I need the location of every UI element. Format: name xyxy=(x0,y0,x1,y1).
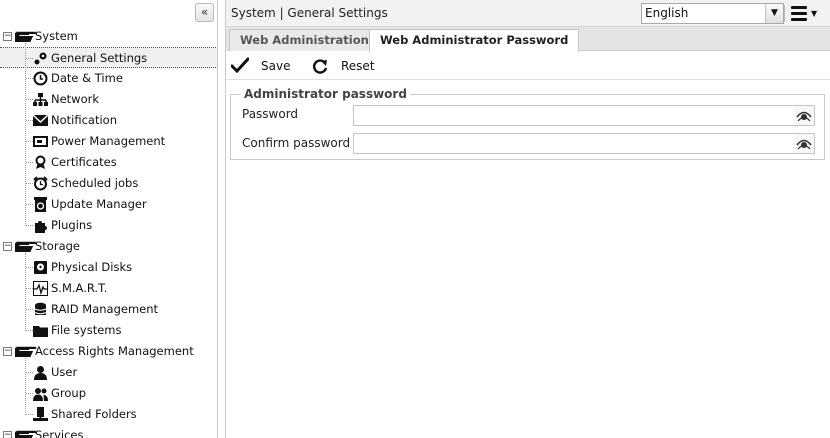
tree-item[interactable]: Date & Time xyxy=(0,68,217,89)
main-panel: System | General Settings English ▼ ▼ We… xyxy=(225,0,830,438)
refresh-icon xyxy=(313,59,328,74)
caret-down-icon: ▼ xyxy=(811,9,818,18)
update-icon xyxy=(33,197,48,212)
collapse-icon[interactable]: − xyxy=(3,431,12,438)
tree-item[interactable]: Update Manager xyxy=(0,194,217,215)
navigation-tree: « − System General Settings Date & Time Netw… xyxy=(0,0,218,438)
tree-group-label: Storage xyxy=(35,239,80,253)
password-field[interactable] xyxy=(353,105,815,126)
hamburger-icon xyxy=(791,6,807,24)
tree-group[interactable]: − Services xyxy=(0,425,217,438)
save-button[interactable]: Save xyxy=(231,57,301,75)
user-icon xyxy=(33,365,48,380)
tree-item-label: RAID Management xyxy=(51,302,159,316)
tree-item[interactable]: Network xyxy=(0,89,217,110)
tree-item[interactable]: Power Management xyxy=(0,131,217,152)
collapse-nav-button[interactable]: « xyxy=(195,3,214,22)
language-select[interactable]: English ▼ xyxy=(641,3,784,24)
tree-item[interactable]: Notification xyxy=(0,110,217,131)
tab-web-administrator-password[interactable]: Web Administrator Password xyxy=(369,29,580,52)
tree-item-label: General Settings xyxy=(51,51,148,65)
tree-connector xyxy=(25,253,26,331)
tree-item-label: Notification xyxy=(51,113,117,127)
tree-item[interactable]: General Settings xyxy=(0,47,217,68)
heartbeat-icon xyxy=(33,281,48,296)
disk-icon xyxy=(33,260,48,275)
folder-open-icon xyxy=(15,31,37,42)
tree-item-label: Power Management xyxy=(51,134,166,148)
separator xyxy=(784,5,785,22)
toolbar: Save Reset xyxy=(226,52,830,80)
tree-group[interactable]: − Storage xyxy=(0,236,217,257)
tree-item-label: Update Manager xyxy=(51,197,147,211)
network-icon xyxy=(33,92,48,107)
show-confirm-password-icon[interactable] xyxy=(794,134,814,153)
reset-button[interactable]: Reset xyxy=(311,57,381,75)
tree-item-label: Date & Time xyxy=(51,71,123,85)
tree-item[interactable]: S.M.A.R.T. xyxy=(0,278,217,299)
tree-item-label: S.M.A.R.T. xyxy=(51,281,108,295)
tree-item-label: Shared Folders xyxy=(51,407,137,421)
save-label: Save xyxy=(261,59,291,73)
alarm-clock-icon xyxy=(33,176,48,191)
tree-item[interactable]: Plugins xyxy=(0,215,217,236)
tree-item-label: Certificates xyxy=(51,155,117,169)
checkmark-icon xyxy=(231,57,249,73)
tab-web-administration[interactable]: Web Administration xyxy=(229,29,380,51)
tree-group[interactable]: − System xyxy=(0,26,217,47)
envelope-icon xyxy=(33,113,48,128)
tree-item-label: Physical Disks xyxy=(51,260,133,274)
database-icon xyxy=(33,302,48,317)
tab-bar: Web Administration Web Administrator Pas… xyxy=(226,27,830,52)
tree-group-label: Access Rights Management xyxy=(35,344,194,358)
certificate-icon xyxy=(33,155,48,170)
folder-open-icon xyxy=(15,346,37,357)
collapse-icon[interactable]: − xyxy=(3,347,12,356)
confirm-password-field[interactable] xyxy=(353,133,815,154)
tree-item[interactable]: Physical Disks xyxy=(0,257,217,278)
tree-item[interactable]: Shared Folders xyxy=(0,404,217,425)
tree-connector xyxy=(25,43,26,226)
tree-connector xyxy=(25,358,26,415)
language-value: English xyxy=(645,6,689,20)
tree-item[interactable]: Group xyxy=(0,383,217,404)
folder-icon xyxy=(33,323,48,338)
gear-icon xyxy=(33,51,48,66)
tree-item[interactable]: Certificates xyxy=(0,152,217,173)
tree-item-label: Scheduled jobs xyxy=(51,176,139,190)
clock-icon xyxy=(33,71,48,86)
puzzle-icon xyxy=(33,218,48,233)
tree-item[interactable]: File systems xyxy=(0,320,217,341)
breadcrumb: System | General Settings xyxy=(231,6,388,20)
password-label: Password xyxy=(242,107,299,121)
show-password-icon[interactable] xyxy=(794,106,814,125)
collapse-icon[interactable]: − xyxy=(3,242,12,251)
main-menu-button[interactable]: ▼ xyxy=(789,4,821,23)
administrator-password-fieldset: Administrator password Password Confirm … xyxy=(230,87,825,160)
folder-open-icon xyxy=(15,241,37,252)
tree-item-label: Network xyxy=(51,92,100,106)
top-bar: System | General Settings English ▼ ▼ xyxy=(226,0,830,27)
tree-item-label: User xyxy=(51,365,78,379)
tree-group[interactable]: − Access Rights Management xyxy=(0,341,217,362)
tree-item-label: File systems xyxy=(51,323,122,337)
nav-header: « xyxy=(0,0,217,26)
reset-label: Reset xyxy=(341,59,375,73)
confirm-password-label: Confirm password xyxy=(242,136,351,150)
fieldset-legend: Administrator password xyxy=(241,87,410,101)
tree-item[interactable]: Scheduled jobs xyxy=(0,173,217,194)
power-icon xyxy=(33,134,48,149)
tree-item[interactable]: RAID Management xyxy=(0,299,217,320)
collapse-icon[interactable]: − xyxy=(3,32,12,41)
tree-item-label: Group xyxy=(51,386,87,400)
tree-item[interactable]: User xyxy=(0,362,217,383)
tree-item-label: Plugins xyxy=(51,218,93,232)
tree-group-label: System xyxy=(35,29,78,43)
shared-folder-icon xyxy=(33,407,48,422)
tree-group-label: Services xyxy=(35,428,84,438)
chevron-down-icon[interactable]: ▼ xyxy=(765,4,783,23)
folder-open-icon xyxy=(15,430,37,438)
group-icon xyxy=(33,386,48,401)
